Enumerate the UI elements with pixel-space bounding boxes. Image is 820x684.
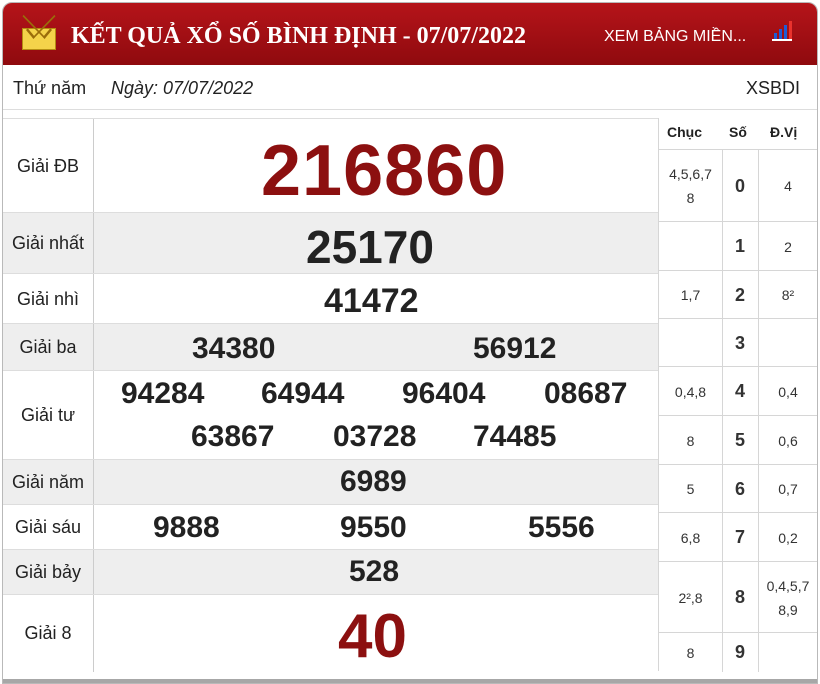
sixth-prize-number: 9550 xyxy=(340,511,407,544)
units-cell: 0,4,5,7 8,9 xyxy=(766,577,810,618)
loto-row: 0,4,8 4 0,4 xyxy=(659,366,817,416)
units-cell: 0,2 xyxy=(778,529,798,546)
header-number: Số xyxy=(729,124,747,140)
prize-row-eighth: Giải 8 40 xyxy=(3,594,658,672)
loto-row: 4,5,6,7 8 0 4 xyxy=(659,149,817,222)
tens-cell: 8 xyxy=(659,416,723,465)
sixth-prize-number: 9888 xyxy=(153,511,220,544)
draw-info-row: Thứ năm Ngày: 07/07/2022 XSBDI xyxy=(3,65,817,110)
loto-row: 8 5 0,6 xyxy=(659,415,817,465)
fifth-prize-number: 6989 xyxy=(340,465,407,498)
loto-row: 2²,8 8 0,4,5,7 8,9 xyxy=(659,561,817,633)
regional-table-link[interactable]: XEM BẢNG MIỀN... xyxy=(604,28,746,46)
loto-row: 5 6 0,7 xyxy=(659,464,817,513)
eighth-prize-number: 40 xyxy=(338,602,407,671)
fourth-prize-number: 63867 xyxy=(191,420,275,453)
tens-cell: 6,8 xyxy=(659,513,723,562)
fourth-prize-number: 03728 xyxy=(333,420,417,453)
bottom-border xyxy=(3,679,817,683)
units-cell: 0,4 xyxy=(778,383,798,400)
special-prize-number: 216860 xyxy=(261,131,508,211)
number-cell: 4 xyxy=(722,367,759,416)
prize-row-second: Giải nhì 41472 xyxy=(3,273,658,324)
tens-cell xyxy=(659,319,723,367)
units-cell: 0,6 xyxy=(778,432,798,449)
prize-row-special: Giải ĐB 216860 xyxy=(3,118,658,213)
prize-row-sixth: Giải sáu 9888 9550 5556 xyxy=(3,504,658,550)
number-cell: 6 xyxy=(722,465,759,513)
prize-row-third: Giải ba 34380 56912 xyxy=(3,323,658,371)
third-prize-number: 56912 xyxy=(473,332,557,365)
number-cell: 7 xyxy=(722,513,759,562)
prize-row-seventh: Giải bảy 528 xyxy=(3,549,658,595)
tens-cell: 5 xyxy=(659,465,723,513)
mail-icon xyxy=(22,28,56,50)
number-cell: 1 xyxy=(722,222,759,271)
number-cell: 3 xyxy=(722,319,759,367)
header-units: Đ.Vị xyxy=(770,124,798,140)
prize-label: Giải sáu xyxy=(3,505,94,550)
draw-date: Ngày: 07/07/2022 xyxy=(111,78,254,98)
results-table: Giải ĐB 216860 Giải nhất 25170 Giải nhì … xyxy=(3,118,658,672)
fourth-prize-number: 64944 xyxy=(261,377,345,410)
tens-cell: 8 xyxy=(659,633,723,672)
loto-row: 1 2 xyxy=(659,221,817,271)
second-prize-number: 41472 xyxy=(324,282,419,320)
weekday-label: Thứ năm xyxy=(13,78,87,98)
prize-row-fifth: Giải năm 6989 xyxy=(3,459,658,505)
prize-label: Giải năm xyxy=(3,460,94,505)
lottery-code: XSBDI xyxy=(745,78,800,98)
seventh-prize-number: 528 xyxy=(349,555,400,588)
tens-cell: 2²,8 xyxy=(659,562,723,633)
prize-label: Giải tư xyxy=(3,371,94,460)
number-cell: 5 xyxy=(722,416,759,465)
units-cell xyxy=(758,319,817,367)
units-cell: 8² xyxy=(781,287,795,303)
prize-row-fourth: Giải tư 94284 64944 96404 08687 63867 03… xyxy=(3,370,658,460)
first-prize-number: 25170 xyxy=(306,221,434,273)
number-cell: 2 xyxy=(722,271,759,319)
prize-label: Giải 8 xyxy=(3,595,94,672)
bar-chart-icon[interactable] xyxy=(770,19,794,45)
units-cell xyxy=(758,633,817,672)
prize-label: Giải nhì xyxy=(3,274,94,324)
lottery-result-card: KẾT QUẢ XỔ SỐ BÌNH ĐỊNH - 07/07/2022 XEM… xyxy=(2,2,818,684)
number-cell: 8 xyxy=(722,562,759,633)
loto-row: 3 xyxy=(659,318,817,367)
loto-table: Chục Số Đ.Vị 4,5,6,7 8 0 4 1 2 1,7 2 8² … xyxy=(658,118,817,672)
prize-label: Giải bảy xyxy=(3,550,94,595)
tens-cell xyxy=(659,222,723,271)
header-bar: KẾT QUẢ XỔ SỐ BÌNH ĐỊNH - 07/07/2022 XEM… xyxy=(3,3,817,65)
header-tens: Chục xyxy=(667,124,702,140)
tens-cell: 4,5,6,7 8 xyxy=(659,150,723,222)
prize-label: Giải ĐB xyxy=(3,119,94,213)
prize-label: Giải ba xyxy=(3,324,94,371)
fourth-prize-number: 08687 xyxy=(544,377,628,410)
prize-row-first: Giải nhất 25170 xyxy=(3,212,658,274)
third-prize-number: 34380 xyxy=(192,332,276,365)
units-cell: 2 xyxy=(784,238,792,255)
loto-row: 1,7 2 8² xyxy=(659,270,817,319)
sixth-prize-number: 5556 xyxy=(528,511,595,544)
units-cell: 4 xyxy=(784,178,792,194)
units-cell: 0,7 xyxy=(778,481,798,497)
page-title: KẾT QUẢ XỔ SỐ BÌNH ĐỊNH - 07/07/2022 xyxy=(71,23,526,49)
fourth-prize-number: 94284 xyxy=(121,377,205,410)
fourth-prize-number: 96404 xyxy=(402,377,486,410)
number-cell: 0 xyxy=(722,150,759,222)
tens-cell: 0,4,8 xyxy=(659,367,723,416)
number-cell: 9 xyxy=(722,633,759,672)
tens-cell: 1,7 xyxy=(659,271,723,319)
loto-row: 8 9 xyxy=(659,632,817,672)
loto-header: Chục Số Đ.Vị xyxy=(659,118,817,149)
fourth-prize-number: 74485 xyxy=(473,420,557,453)
prize-label: Giải nhất xyxy=(3,213,94,274)
loto-row: 6,8 7 0,2 xyxy=(659,512,817,562)
